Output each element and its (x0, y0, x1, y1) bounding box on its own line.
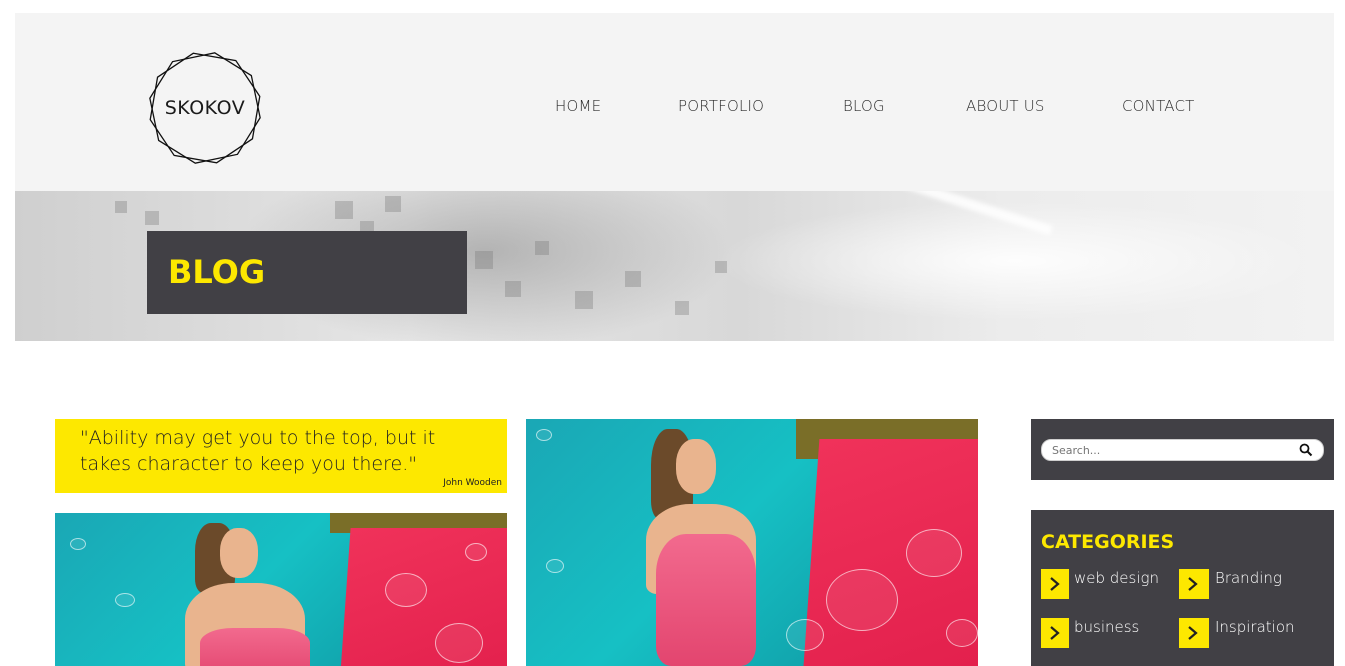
site-logo[interactable]: SKOKOV (145, 48, 265, 168)
figure-swimsuit (656, 534, 756, 666)
nav-blog[interactable]: BLOG (843, 97, 885, 115)
nav-about-us[interactable]: ABOUT US (966, 97, 1045, 115)
categories-title: CATEGORIES (1041, 531, 1175, 553)
category-item-web-design[interactable]: web design (1041, 569, 1171, 599)
bubble (546, 559, 564, 573)
bubble (786, 619, 824, 651)
logo-text: SKOKOV (164, 97, 246, 119)
blog-post-image[interactable] (526, 419, 978, 666)
search-input[interactable] (1052, 442, 1287, 458)
page-banner: BLOG (15, 191, 1334, 341)
bubble (70, 538, 86, 550)
categories-widget: CATEGORIES web design Branding business … (1031, 510, 1334, 666)
bubble (465, 543, 487, 561)
banner-pixel (475, 251, 493, 269)
page-title-box: BLOG (147, 231, 467, 314)
site-header: SKOKOV HOME PORTFOLIO BLOG ABOUT US CONT… (15, 13, 1334, 191)
chevron-right-icon (1179, 618, 1209, 648)
blog-post-image[interactable] (55, 513, 507, 666)
figure-swimsuit (200, 628, 310, 666)
nav-home[interactable]: HOME (555, 97, 601, 115)
quote-author: John Wooden (443, 478, 502, 488)
chevron-right-icon (1041, 618, 1069, 648)
nav-contact[interactable]: CONTACT (1122, 97, 1195, 115)
category-label: Inspiration (1215, 618, 1295, 636)
bubble (536, 429, 552, 441)
banner-pixel (535, 241, 549, 255)
category-item-inspiration[interactable]: Inspiration (1179, 618, 1319, 648)
page-title: BLOG (168, 253, 266, 291)
bubble (906, 529, 962, 577)
banner-pixel (115, 201, 127, 213)
category-item-business[interactable]: business (1041, 618, 1171, 648)
banner-pixel (505, 281, 521, 297)
nav-portfolio[interactable]: PORTFOLIO (678, 97, 764, 115)
quote-block: "Ability may get you to the top, but it … (55, 419, 507, 493)
bubble (385, 573, 427, 607)
search-widget (1031, 419, 1334, 480)
banner-pixel (575, 291, 593, 309)
bubble (946, 619, 978, 647)
bubble (826, 569, 898, 631)
banner-pixel (625, 271, 641, 287)
category-label: web design (1074, 569, 1160, 587)
bubble (115, 593, 135, 607)
category-label: business (1074, 618, 1140, 636)
category-item-branding[interactable]: Branding (1179, 569, 1319, 599)
chevron-right-icon (1179, 569, 1209, 599)
figure-face (220, 528, 258, 578)
banner-pixel (675, 301, 689, 315)
banner-pixel (715, 261, 727, 273)
search-box[interactable] (1041, 439, 1324, 461)
chevron-right-icon (1041, 569, 1069, 599)
model-figure (165, 513, 365, 666)
figure-face (676, 439, 716, 494)
banner-pixel (335, 201, 353, 219)
banner-pixel (385, 196, 401, 212)
quote-text: "Ability may get you to the top, but it … (80, 427, 436, 475)
search-icon[interactable] (1299, 443, 1313, 457)
bubble (435, 623, 483, 663)
category-label: Branding (1215, 569, 1282, 587)
banner-pixel (145, 211, 159, 225)
